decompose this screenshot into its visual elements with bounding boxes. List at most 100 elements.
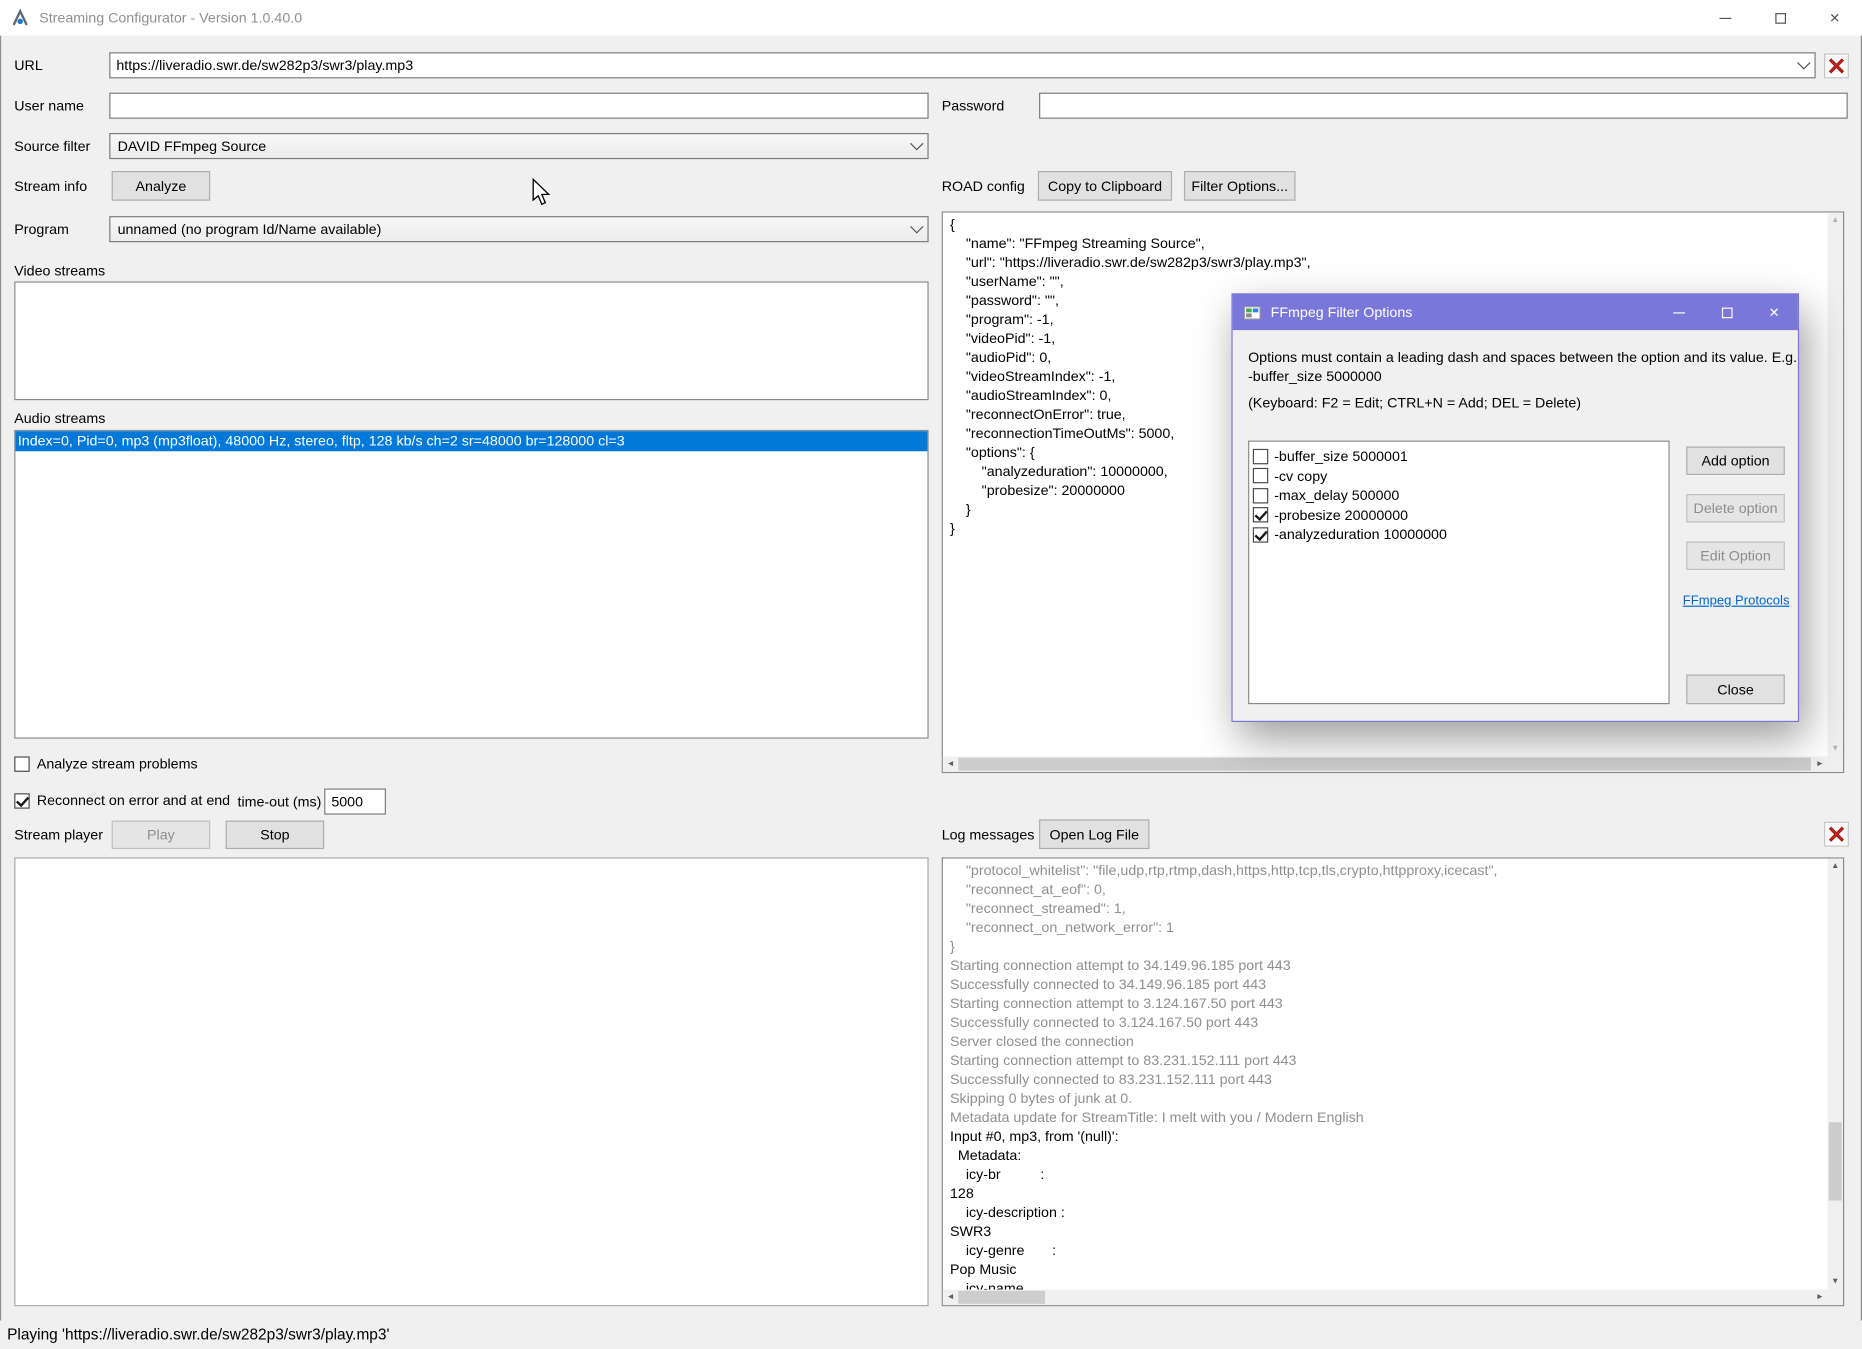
add-option-button[interactable]: Add option	[1686, 447, 1785, 476]
clear-url-button[interactable]	[1824, 53, 1849, 78]
scroll-left-icon[interactable]	[943, 1290, 958, 1305]
audio-stream-item[interactable]: Index=0, Pid=0, mp3 (mp3float), 48000 Hz…	[15, 431, 927, 451]
url-chevron-down-icon[interactable]	[1792, 53, 1815, 77]
log-line: icy-genre :	[950, 1241, 1820, 1260]
log-line: "reconnect_at_eof": 0,	[950, 880, 1820, 899]
filter-options-listbox[interactable]: -buffer_size 5000001-cv copy-max_delay 5…	[1248, 441, 1670, 705]
log-line: Server closed the connection	[950, 1032, 1820, 1051]
checkbox-unchecked-icon[interactable]	[1253, 488, 1268, 503]
dialog-maximize-button[interactable]	[1703, 295, 1751, 331]
url-input[interactable]	[110, 53, 1792, 77]
program-dropdown[interactable]: unnamed (no program Id/Name available)	[109, 216, 928, 242]
dialog-close-action-button[interactable]: Close	[1686, 675, 1785, 705]
scrollbar-corner	[1828, 1290, 1843, 1305]
red-x-icon	[1828, 57, 1846, 75]
log-line: Starting connection attempt to 83.231.15…	[950, 1051, 1820, 1070]
reconnect-label: Reconnect on error and at end	[37, 791, 230, 810]
copy-to-clipboard-button[interactable]: Copy to Clipboard	[1038, 171, 1172, 201]
log-line: icy-name	[950, 1279, 1820, 1290]
log-vertical-scrollbar[interactable]	[1828, 859, 1843, 1290]
ffmpeg-protocols-link[interactable]: FFmpeg Protocols	[1682, 594, 1791, 608]
window-controls	[1698, 0, 1862, 36]
log-line: "reconnect_on_network_error": 1	[950, 918, 1820, 937]
stop-button[interactable]: Stop	[226, 821, 325, 850]
filter-option-item[interactable]: -analyzeduration 10000000	[1249, 525, 1668, 545]
filter-options-button[interactable]: Filter Options...	[1184, 171, 1296, 201]
password-input[interactable]	[1039, 93, 1848, 119]
log-line: Starting connection attempt to 34.149.96…	[950, 956, 1820, 975]
scrollbar-thumb[interactable]	[958, 758, 1811, 771]
log-line: Starting connection attempt to 3.124.167…	[950, 994, 1820, 1013]
checkbox-checked-icon[interactable]	[1253, 507, 1268, 522]
scrollbar-thumb[interactable]	[958, 1291, 1045, 1304]
scroll-left-icon[interactable]	[943, 756, 958, 771]
road-config-label: ROAD config	[942, 173, 1025, 199]
checkbox-checked-icon[interactable]	[1253, 527, 1268, 542]
log-line: Skipping 0 bytes of junk at 0.	[950, 1089, 1820, 1108]
open-log-file-button[interactable]: Open Log File	[1039, 819, 1149, 849]
log-line: }	[950, 937, 1820, 956]
ffmpeg-filter-options-dialog: FFmpeg Filter Options Options must conta…	[1231, 293, 1799, 722]
filter-option-item[interactable]: -probesize 20000000	[1249, 505, 1668, 525]
maximize-button[interactable]	[1753, 0, 1808, 36]
log-line: Pop Music	[950, 1260, 1820, 1279]
stream-info-label: Stream info	[14, 173, 87, 199]
edit-option-button[interactable]: Edit Option	[1686, 542, 1785, 571]
close-icon	[1829, 10, 1840, 27]
minimize-button[interactable]	[1698, 0, 1753, 36]
analyze-problems-checkbox[interactable]	[14, 756, 29, 771]
source-filter-dropdown[interactable]: DAVID FFmpeg Source	[109, 133, 928, 159]
log-line: Input #0, mp3, from '(null)':	[950, 1127, 1820, 1146]
dialog-icon	[1243, 303, 1261, 321]
stream-player-surface	[14, 857, 928, 1306]
scroll-down-icon[interactable]	[1828, 1274, 1843, 1289]
status-text: Playing 'https://liveradio.swr.de/sw282p…	[7, 1325, 389, 1343]
scroll-up-icon[interactable]	[1828, 213, 1843, 228]
scroll-right-icon[interactable]	[1812, 756, 1827, 771]
filter-option-item[interactable]: -cv copy	[1249, 466, 1668, 486]
log-line: SWR3	[950, 1222, 1820, 1241]
program-label: Program	[14, 216, 69, 242]
url-label: URL	[14, 52, 43, 78]
filter-option-item[interactable]: -buffer_size 5000001	[1249, 447, 1668, 467]
scroll-right-icon[interactable]	[1812, 1290, 1827, 1305]
url-combobox[interactable]	[109, 52, 1815, 78]
close-icon	[1769, 304, 1780, 321]
config-line: "name": "FFmpeg Streaming Source",	[950, 234, 1820, 253]
timeout-input[interactable]	[324, 789, 386, 815]
scroll-down-icon[interactable]	[1828, 741, 1843, 756]
road-config-horizontal-scrollbar[interactable]	[943, 756, 1828, 771]
window-title: Streaming Configurator - Version 1.0.40.…	[39, 10, 302, 27]
delete-option-button[interactable]: Delete option	[1686, 494, 1785, 523]
reconnect-checkbox[interactable]	[14, 793, 29, 808]
scrollbar-thumb[interactable]	[1829, 1122, 1842, 1200]
checkbox-unchecked-icon[interactable]	[1253, 468, 1268, 483]
log-textarea[interactable]: "protocol_whitelist": "file,udp,rtp,rtmp…	[942, 857, 1845, 1306]
dialog-minimize-button[interactable]	[1655, 295, 1703, 331]
checkbox-unchecked-icon[interactable]	[1253, 449, 1268, 464]
source-filter-chevron-down-icon[interactable]	[905, 134, 928, 158]
filter-option-item[interactable]: -max_delay 500000	[1249, 486, 1668, 506]
filter-option-label: -probesize 20000000	[1274, 507, 1408, 524]
timeout-label: time-out (ms)	[238, 789, 322, 815]
video-streams-listbox[interactable]	[14, 281, 928, 400]
username-label: User name	[14, 93, 84, 119]
dialog-close-button[interactable]	[1750, 295, 1798, 331]
log-line: "protocol_whitelist": "file,udp,rtp,rtmp…	[950, 861, 1820, 880]
dialog-instruction-line3: (Keyboard: F2 = Edit; CTRL+N = Add; DEL …	[1248, 394, 1581, 411]
username-input[interactable]	[109, 93, 928, 119]
scroll-up-icon[interactable]	[1828, 859, 1843, 874]
close-button[interactable]	[1807, 0, 1862, 36]
road-config-vertical-scrollbar[interactable]	[1828, 213, 1843, 757]
program-chevron-down-icon[interactable]	[905, 217, 928, 241]
audio-streams-listbox[interactable]: Index=0, Pid=0, mp3 (mp3float), 48000 Hz…	[14, 430, 928, 739]
maximize-icon	[1721, 307, 1732, 318]
minimize-icon	[1720, 17, 1732, 18]
clear-log-button[interactable]	[1824, 822, 1849, 847]
log-content[interactable]: "protocol_whitelist": "file,udp,rtp,rtmp…	[943, 859, 1828, 1290]
red-x-icon	[1828, 825, 1846, 843]
play-button[interactable]: Play	[112, 821, 211, 850]
video-streams-label: Video streams	[14, 261, 105, 280]
log-horizontal-scrollbar[interactable]	[943, 1290, 1828, 1305]
analyze-button[interactable]: Analyze	[112, 171, 211, 201]
